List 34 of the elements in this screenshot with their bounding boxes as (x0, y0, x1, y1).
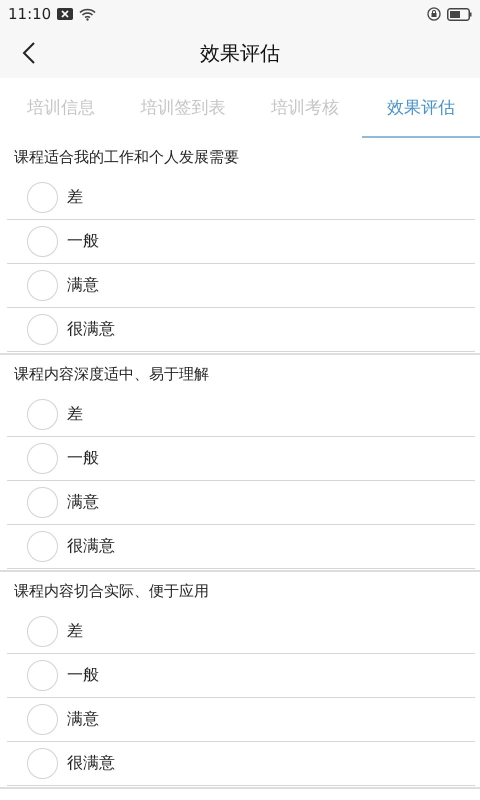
option-label[interactable]: 满意 (67, 275, 99, 296)
radio-button[interactable] (27, 487, 58, 518)
option-label[interactable]: 很满意 (67, 753, 115, 774)
option-label[interactable]: 差 (67, 404, 83, 425)
option-label[interactable]: 一般 (67, 665, 99, 686)
radio-button[interactable] (27, 748, 58, 779)
question-text: 课程内容切合实际、便于应用 (13, 580, 210, 602)
option-label[interactable]: 满意 (67, 492, 99, 513)
radio-button[interactable] (27, 399, 58, 430)
radio-button[interactable] (27, 660, 58, 691)
status-time: 11:10 (8, 5, 52, 23)
option-label[interactable]: 很满意 (67, 536, 115, 557)
radio-button[interactable] (27, 270, 58, 301)
option-label[interactable]: 差 (67, 187, 83, 208)
wifi-icon (79, 8, 96, 20)
option-label[interactable]: 一般 (67, 231, 99, 252)
radio-button[interactable] (27, 226, 58, 257)
radio-button[interactable] (27, 443, 58, 474)
option-label[interactable]: 满意 (67, 709, 99, 730)
back-icon (22, 41, 36, 65)
option-label[interactable]: 很满意 (67, 319, 115, 340)
radio-button[interactable] (27, 704, 58, 735)
question-text: 课程内容深度适中、易于理解 (13, 364, 210, 384)
radio-button[interactable] (27, 314, 58, 345)
battery-icon (447, 8, 472, 20)
question-text: 课程适合我的工作和个人发展需要 (13, 146, 240, 168)
radio-button[interactable] (27, 182, 58, 213)
radio-button[interactable] (27, 616, 58, 647)
option-label[interactable]: 差 (67, 621, 83, 642)
notification-icon (57, 8, 74, 20)
page-title: 效果评估 (200, 40, 280, 66)
option-label[interactable]: 一般 (67, 448, 99, 469)
rotation-lock-icon (427, 7, 441, 21)
radio-button[interactable] (27, 531, 58, 562)
